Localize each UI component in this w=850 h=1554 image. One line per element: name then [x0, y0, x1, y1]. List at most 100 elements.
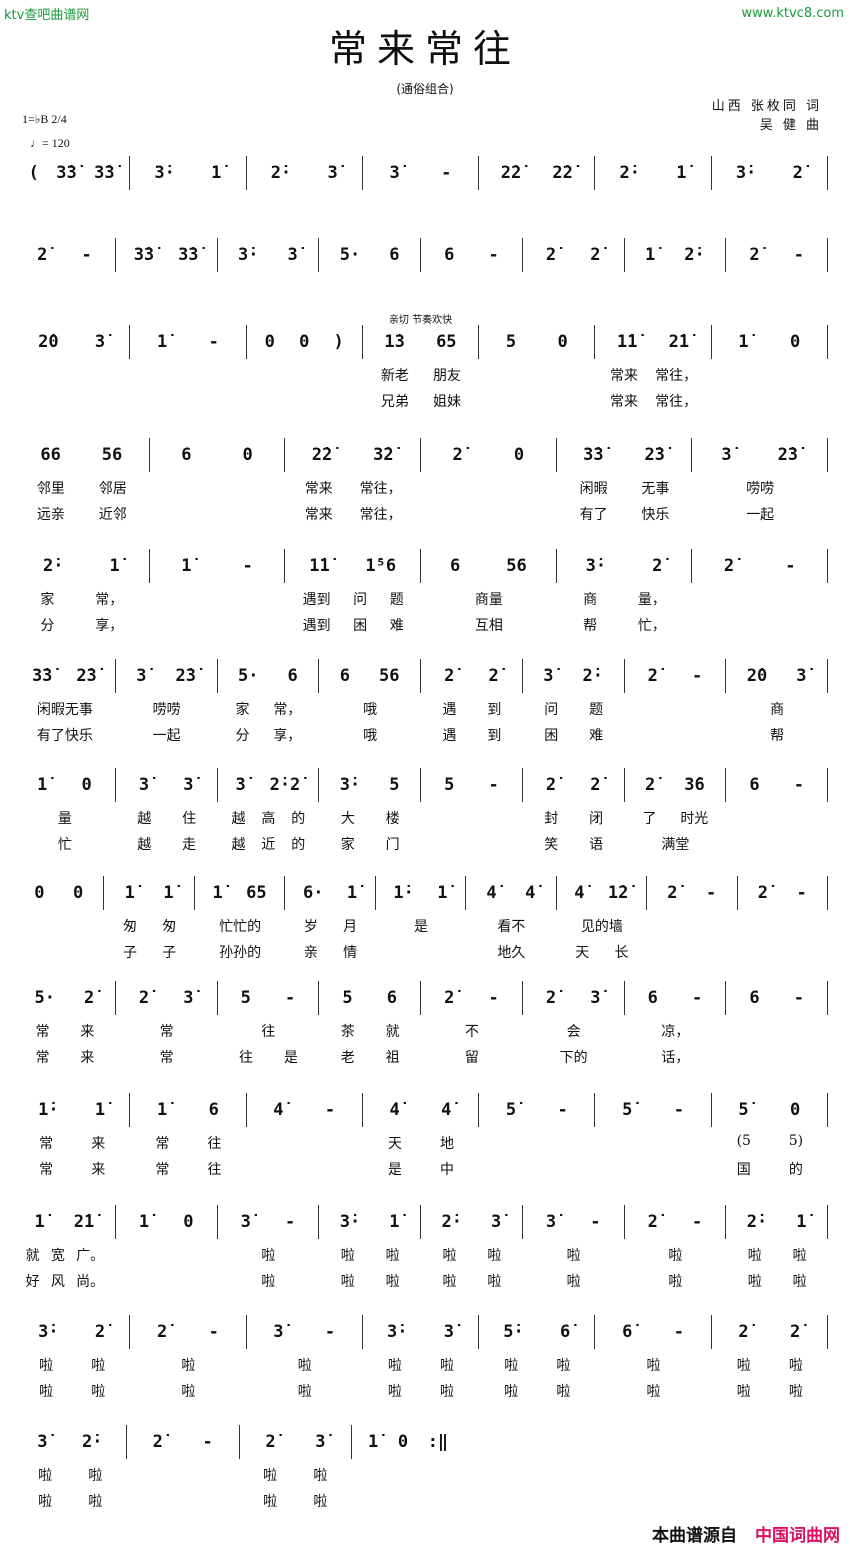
lyric-syllable: 近邻 [98, 507, 127, 523]
lyric-syllable: 亲 [303, 945, 318, 961]
measure: 3̇· 3̇ [218, 238, 320, 272]
lyric-syllable: 尚。 [76, 1274, 105, 1290]
lyric-cell: 哦 [319, 699, 421, 719]
lyrics-verse-1 [14, 196, 828, 216]
measure: 2̇ - [647, 876, 738, 910]
lyric-cell [14, 942, 104, 962]
lyric-cell: 啦啦 [421, 1245, 523, 1265]
lyric-syllable: 常来 [304, 481, 333, 497]
lyric-cell [595, 196, 711, 216]
lyric-syllable: 来 [91, 1136, 106, 1152]
lyric-syllable: 闲暇 [579, 481, 608, 497]
lyric-cell [247, 391, 363, 411]
lyric-syllable: 题 [589, 702, 604, 718]
measure: 2̇ 3̇6 [625, 768, 727, 802]
note-group: 4̇ [273, 1100, 284, 1120]
measure: 6 56 [421, 549, 557, 583]
lyric-syllable: 唠唠 [746, 481, 775, 497]
lyric-syllable: 啦 [313, 1468, 328, 1484]
lyric-syllable: 岁 [303, 919, 318, 935]
lyric-syllable: 分 [235, 728, 250, 744]
lyric-syllable: 常往， [359, 507, 402, 523]
lyric-syllable: 啦 [38, 1494, 53, 1510]
lyric-cell: 啦啦 [421, 1271, 523, 1291]
lyric-cell: 啦 [625, 1271, 727, 1291]
lyric-syllable: 帮 [583, 618, 598, 634]
lyric-cell: 啦啦 [319, 1245, 421, 1265]
measure: 2̇ - [726, 238, 828, 272]
note-group: 1̇⁵6 [365, 556, 397, 576]
lyric-cell: 常来 [14, 1021, 116, 1041]
measure: 4̇ - [247, 1093, 363, 1127]
lyric-cell [14, 196, 130, 216]
lyric-syllable: 近 [261, 837, 276, 853]
lyric-cell: 一起 [692, 504, 828, 524]
lyric-syllable: 忙， [637, 618, 666, 634]
lyric-cell [150, 589, 286, 609]
lyric-cell: 兄弟 姐妹 [363, 391, 479, 411]
note-group: - [441, 163, 452, 183]
score-page: ktv查吧曲谱网 www.ktvc8.com 常来常往 (通俗组合) 山西 张枚… [0, 0, 850, 1554]
note-group: 0 [72, 883, 84, 903]
lyrics-verse-1: 新老 朋友 常来 常往， [14, 365, 828, 385]
lyric-syllable: 住 [182, 811, 197, 827]
lyric-cell: 国的 [712, 1159, 828, 1179]
lyric-syllable: 常 [35, 1024, 50, 1040]
staff-line: 0 0 1̇ 1̇ 1̇ 65 6· 1̇ 1̇· 1̇ 4̇ 4̇ 4̇ 1̇2̇ 2̇ -2̇ - [14, 876, 828, 910]
lyric-cell [625, 278, 727, 298]
note-group: 3̇ [183, 988, 194, 1008]
lyric-syllable: 快乐 [641, 507, 670, 523]
lyric-syllable: 唠唠 [152, 702, 181, 718]
note-group: 3̇ [545, 1212, 557, 1232]
measure: 5̇ - [595, 1093, 712, 1127]
lyric-syllable: 啦 [504, 1358, 519, 1374]
measure: 66 56 [14, 438, 150, 472]
note-group: - [785, 556, 796, 576]
measure: 1̇ 65 [195, 876, 286, 910]
lyric-cell [712, 365, 828, 385]
measure: 50 [479, 325, 596, 359]
lyric-cell [479, 391, 595, 411]
note-group: 3̇3̇ [583, 445, 604, 465]
note-group: 3̇ [327, 163, 338, 183]
lyric-syllable: 兄弟 [380, 394, 409, 410]
measure: 3̇ 2̇3̇ [116, 659, 218, 693]
lyric-syllable: 越 [137, 811, 152, 827]
lyric-syllable: 啦 [181, 1384, 196, 1400]
lyric-syllable: 啦 [91, 1384, 106, 1400]
note-group: 3̇· [735, 163, 757, 183]
composer-credit: 吴 健 曲 [759, 118, 822, 133]
lyric-cell: 啦啦 [726, 1271, 828, 1291]
lyric-syllable: 见的墙 [580, 919, 623, 935]
lyric-syllable: 有了快乐 [36, 728, 93, 744]
note-group: 6 [386, 988, 397, 1008]
lyric-syllable: 哦 [363, 728, 378, 744]
note-group: 1̇2̇ [607, 883, 629, 903]
score-system: 3̇· 2̇ 2̇ -3̇ -3̇· 3̇ 5̇· 6̇ 6̇ -2̇ 2̇ 啦啦啦啦啦啦啦啦啦啦啦啦… [14, 1315, 828, 1401]
lyric-syllable: 啦 [504, 1384, 519, 1400]
lyric-cell: 往是 [218, 1047, 320, 1067]
lyric-cell [14, 304, 116, 324]
staff-line: 2̇ -3̇3̇ 3̇3̇ 3̇· 3̇ 5· 6 6-2̇ 2̇ 1̇ 2̇· 2̇ - [14, 238, 828, 272]
lyric-syllable: 啦 [747, 1248, 762, 1264]
note-group: 6 [287, 666, 298, 686]
note-group: 3̇3̇ [31, 666, 53, 686]
lyric-syllable: 啦 [261, 1274, 276, 1290]
lyric-cell: 商 [726, 699, 828, 719]
measure: 1̇· 1̇ [14, 1093, 131, 1127]
staff-line: 1̇ 2̇1̇ 1̇ 0 3̇ - 3̇· 1̇ 2̇· 3̇ 3̇ - 2̇ - 2̇· 1̇ [14, 1205, 828, 1239]
lyric-cell: 遇到 [421, 699, 523, 719]
note-group: 1̇ [181, 556, 192, 576]
lyric-syllable: 量 [57, 811, 72, 827]
measure: 1̇ 6 [130, 1093, 247, 1127]
measure: 00 [14, 876, 105, 910]
lyric-syllable: 的 [291, 837, 306, 853]
lyric-cell [218, 278, 320, 298]
measure: 5̇ - [479, 1093, 596, 1127]
lyric-cell: 啦啦 [712, 1355, 828, 1375]
lyric-syllable: 时光 [680, 811, 709, 827]
measure: 3̇· 1̇ [130, 156, 247, 190]
note-group: - [284, 1212, 296, 1232]
lyric-syllable: 啦 [440, 1358, 455, 1374]
note-group: 1̇ [211, 163, 222, 183]
